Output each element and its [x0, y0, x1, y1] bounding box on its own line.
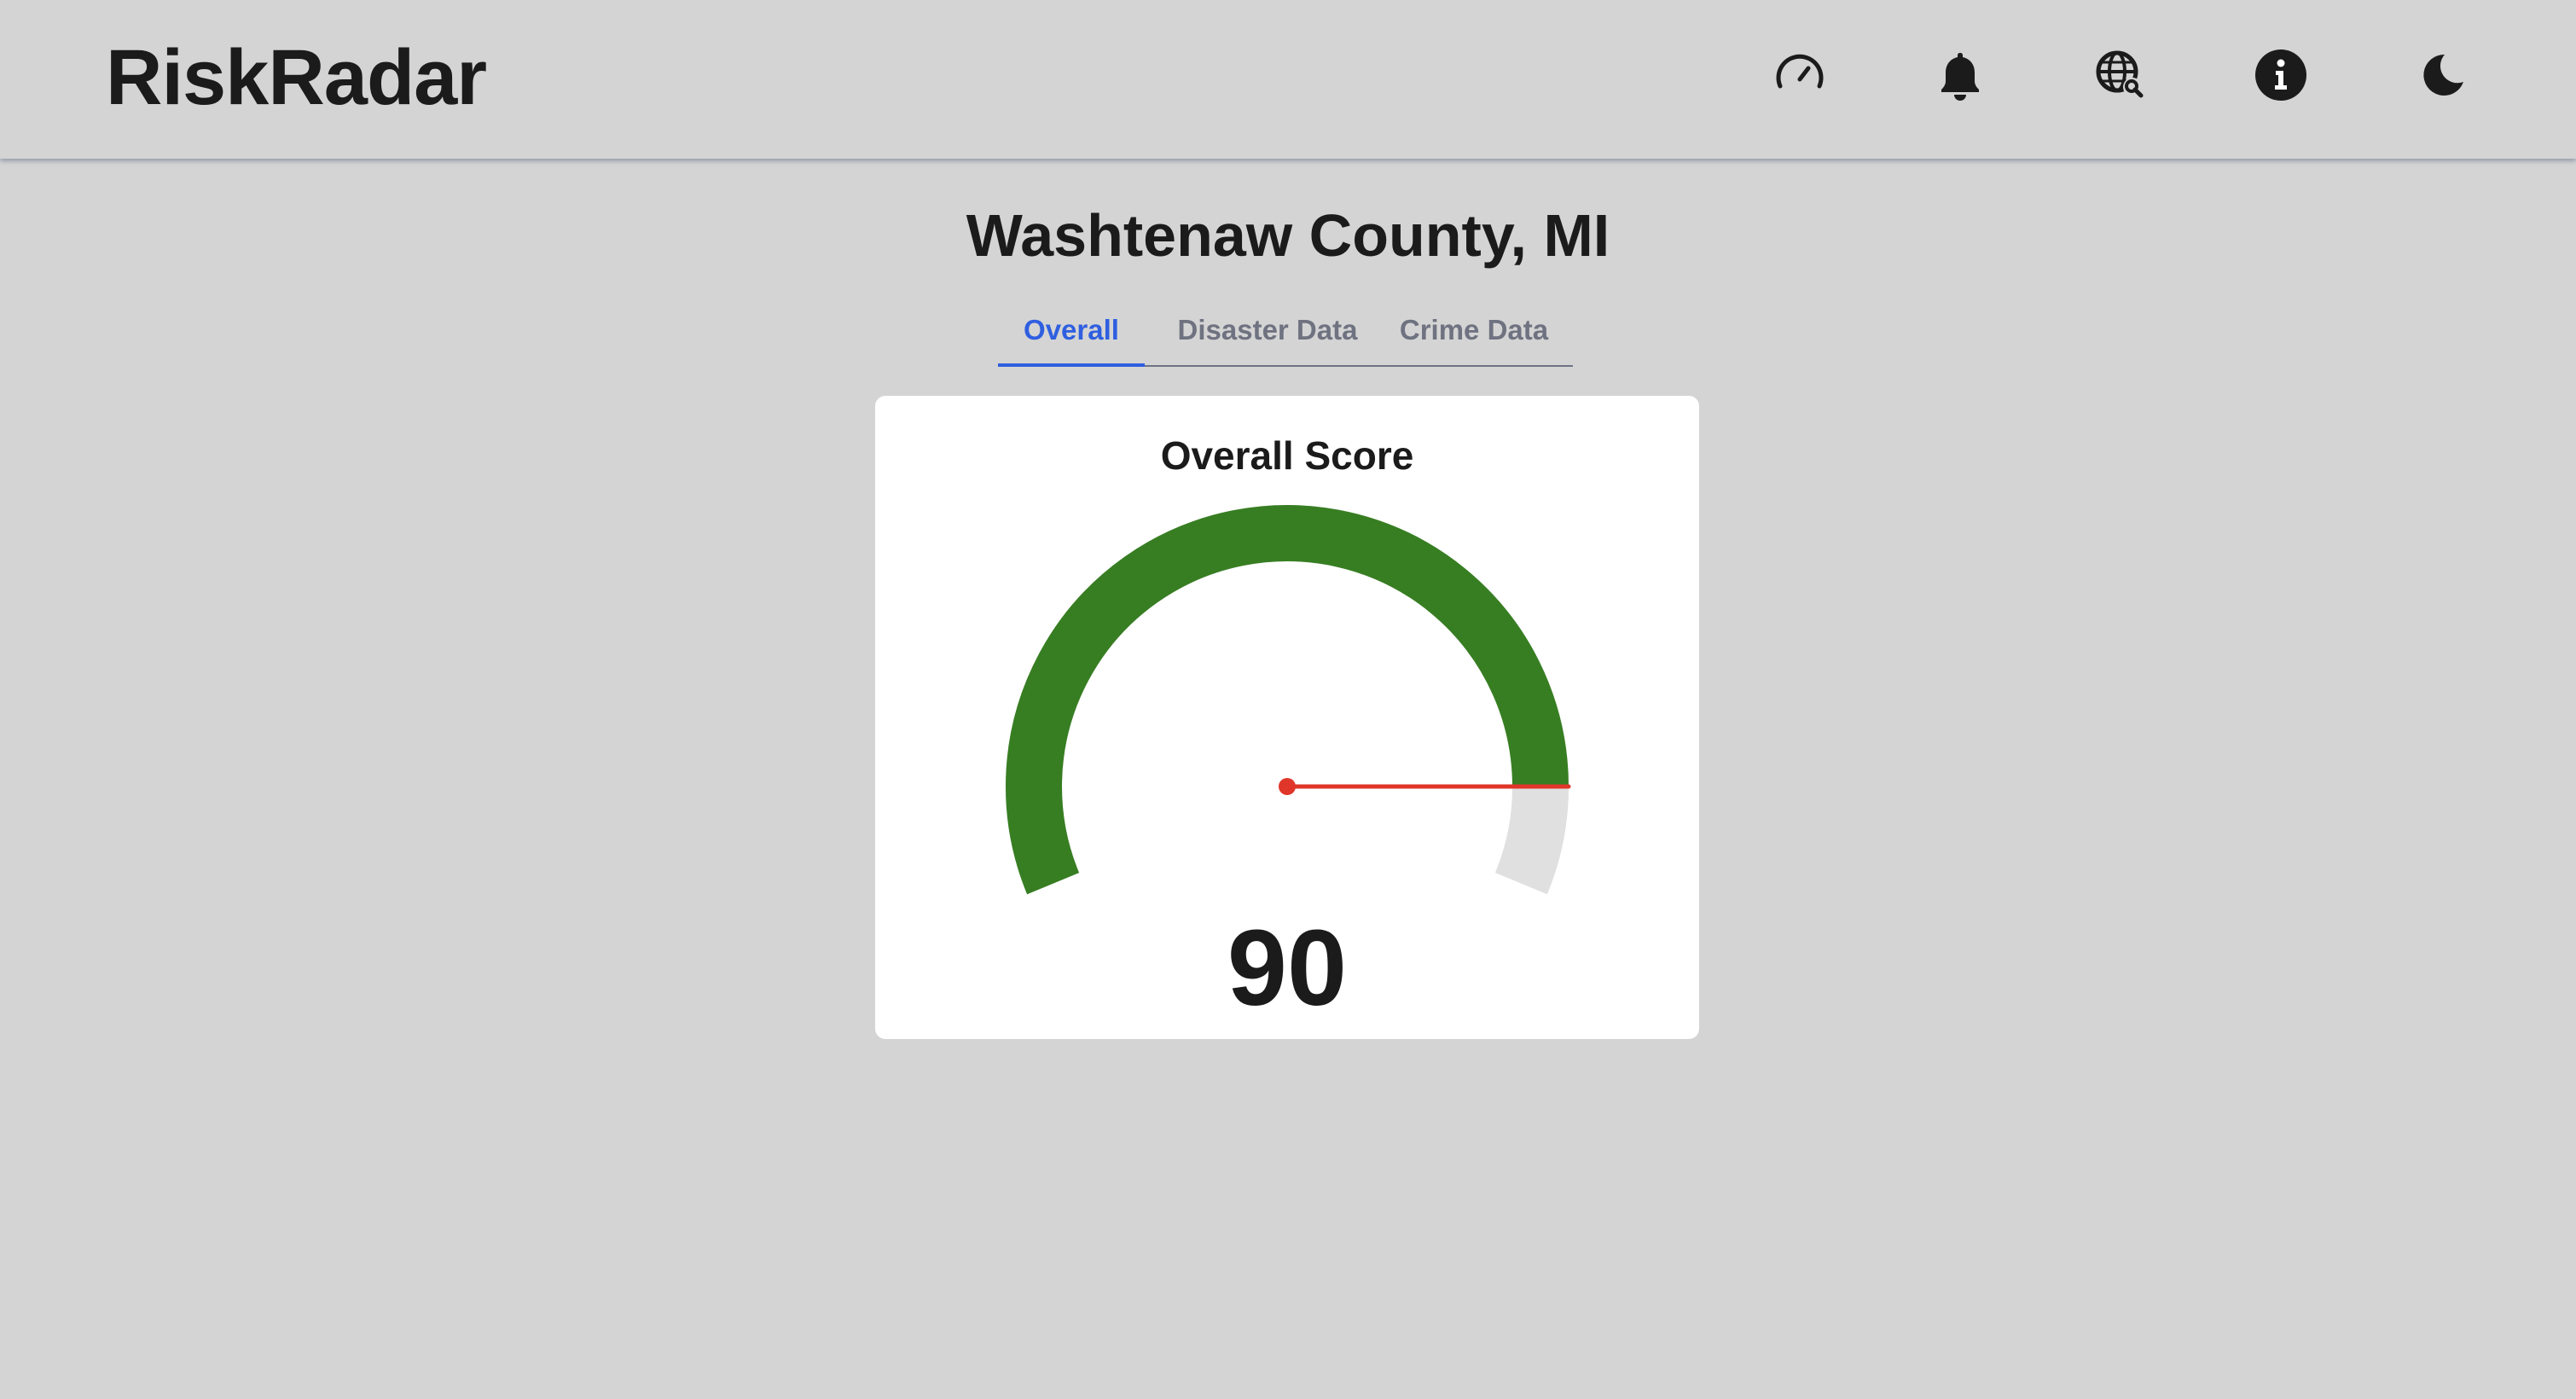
tab-overall[interactable]: Overall [998, 302, 1145, 367]
tab-bar: Overall Disaster Data Crime Data [998, 302, 1573, 367]
top-navbar: RiskRadar [0, 0, 2576, 159]
app-logo-title[interactable]: RiskRadar [106, 31, 487, 125]
gauge-fill [1006, 505, 1569, 895]
info-icon[interactable] [2254, 48, 2308, 102]
overall-score-card: Overall Score 90 [875, 396, 1699, 1039]
score-value: 90 [1227, 908, 1348, 1028]
location-title: Washtenaw County, MI [966, 202, 1610, 269]
globe-search-icon[interactable] [2093, 48, 2148, 102]
tab-disaster-data[interactable]: Disaster Data [1162, 302, 1373, 367]
moon-icon[interactable] [2414, 48, 2469, 102]
tab-crime-data[interactable]: Crime Data [1390, 302, 1558, 367]
speedometer-icon[interactable] [1772, 48, 1827, 102]
bell-icon[interactable] [1933, 48, 1987, 102]
gauge-needle-hub [1279, 778, 1296, 795]
